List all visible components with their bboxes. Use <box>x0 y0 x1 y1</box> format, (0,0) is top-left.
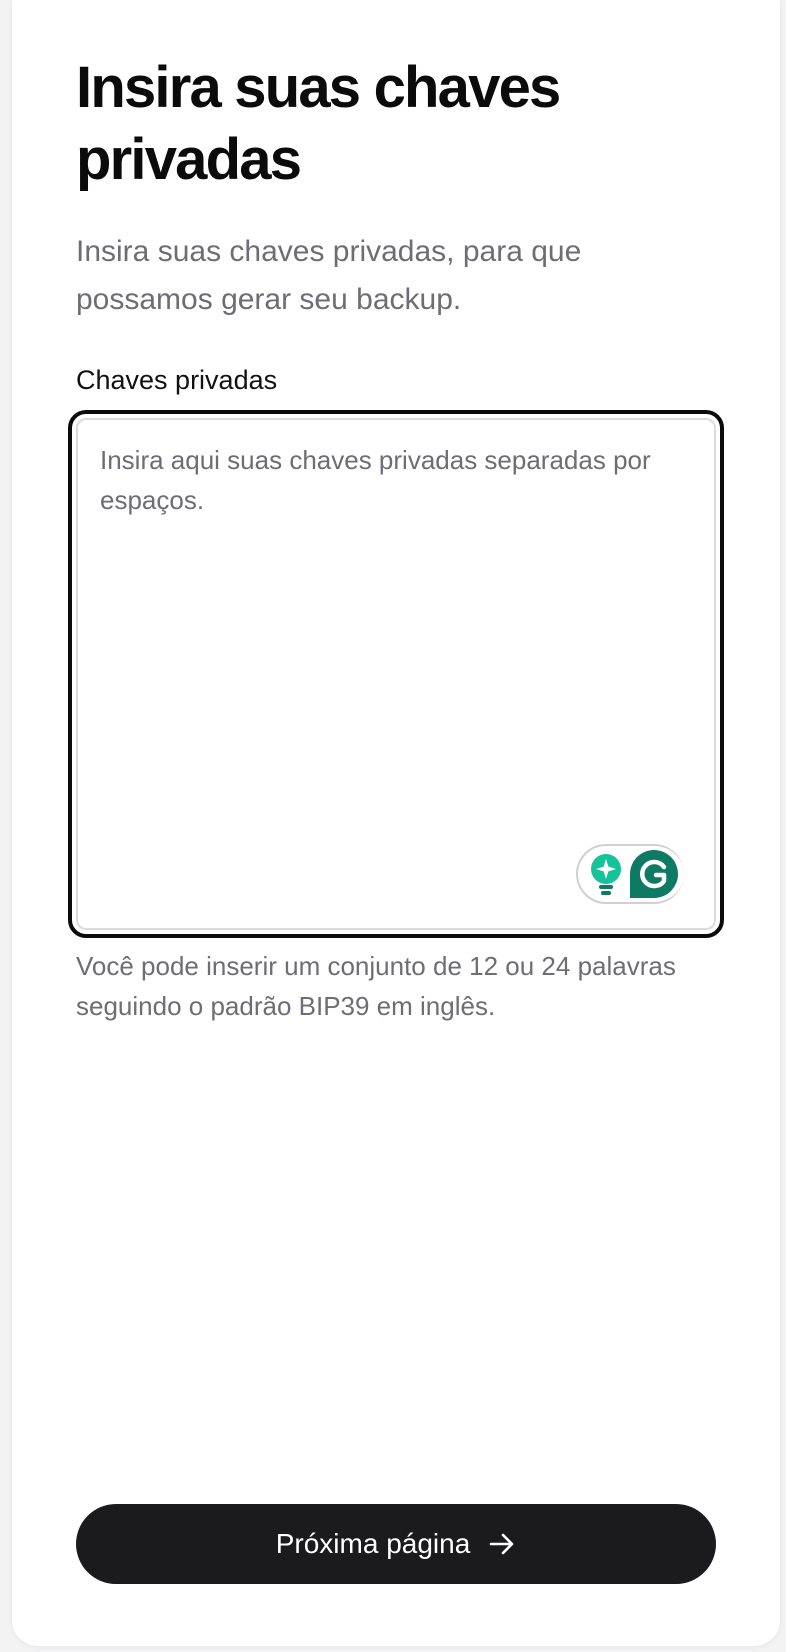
private-keys-helper-text: Você pode inserir um conjunto de 12 ou 2… <box>76 951 676 1021</box>
page-subtitle: Insira suas chaves privadas, para que po… <box>76 235 582 316</box>
next-page-button[interactable]: Próxima página <box>76 1504 716 1584</box>
private-keys-field <box>76 418 716 930</box>
lightbulb-icon[interactable] <box>588 852 624 896</box>
grammarly-g-icon[interactable] <box>630 850 678 898</box>
private-keys-field-focus-ring <box>68 410 724 938</box>
grammarly-widget[interactable] <box>576 844 684 904</box>
arrow-right-icon <box>489 1533 514 1555</box>
next-page-button-label: Próxima página <box>275 1528 471 1559</box>
page-title: Insira suas chaves privadas <box>76 55 561 192</box>
private-keys-label: Chaves privadas <box>76 365 278 395</box>
